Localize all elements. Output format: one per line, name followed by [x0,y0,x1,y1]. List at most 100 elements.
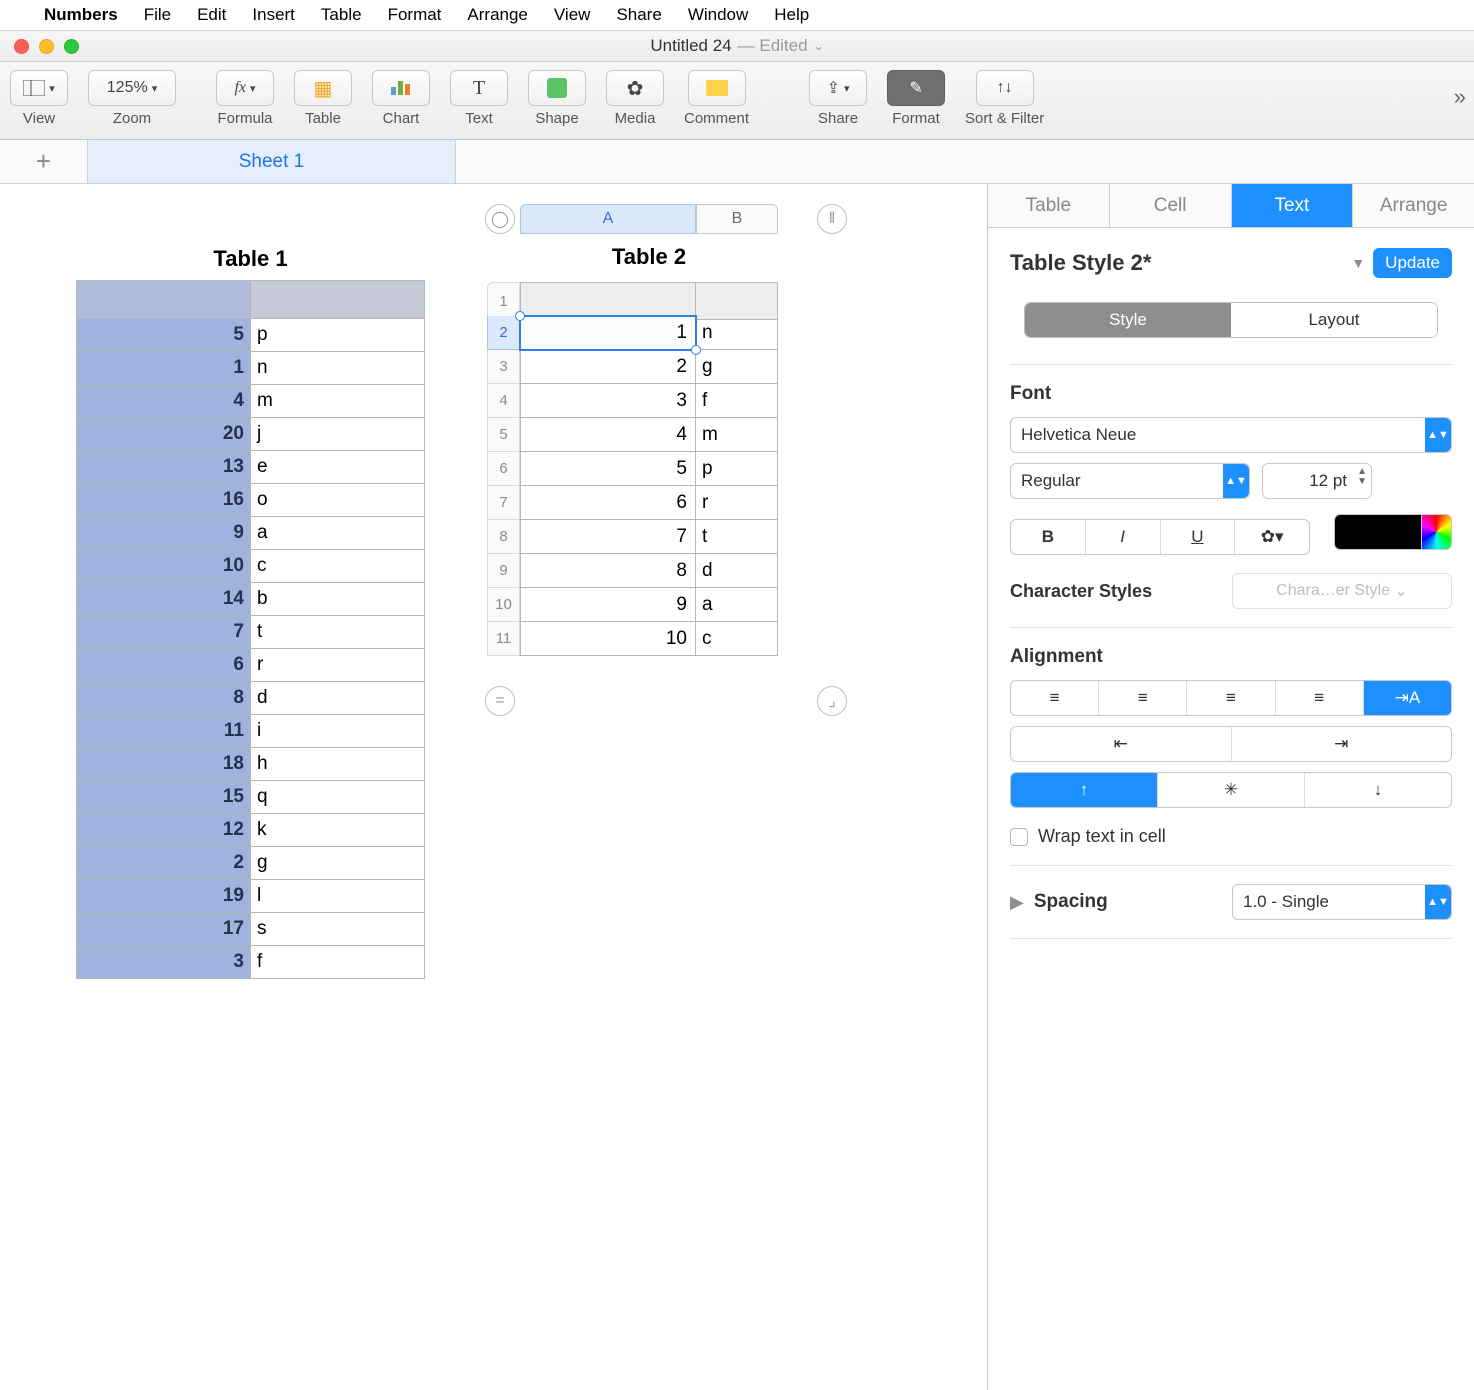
stepper-icon[interactable]: ▲▼ [1357,467,1367,487]
inspector-tab-cell[interactable]: Cell [1110,184,1232,227]
align-right-button[interactable]: ≡ [1187,681,1275,715]
table-row[interactable]: 15q [77,781,425,814]
cell[interactable]: m [251,385,425,418]
align-justify-button[interactable]: ≡ [1276,681,1364,715]
color-wheel-icon[interactable] [1421,515,1451,549]
align-left-button[interactable]: ≡ [1011,681,1099,715]
update-style-button[interactable]: Update [1373,248,1452,278]
cell[interactable]: a [251,517,425,550]
bold-button[interactable]: B [1011,520,1086,554]
row-header[interactable]: 2 [487,316,520,350]
table-2[interactable]: ◯ ‖ A B Table 2 121n32g43f54m65p76r87t98… [487,204,778,656]
menu-edit[interactable]: Edit [197,5,226,25]
table-row[interactable]: 65p [487,452,778,486]
toolbar-share[interactable]: ⇪▾ Share [809,70,867,127]
valign-top-button[interactable]: ↑ [1011,773,1158,807]
table-row[interactable]: 14b [77,583,425,616]
menu-window[interactable]: Window [688,5,748,25]
cell[interactable]: h [251,748,425,781]
inspector-tab-text[interactable]: Text [1232,184,1354,227]
text-options-button[interactable]: ✿▾ [1235,520,1309,554]
menu-insert[interactable]: Insert [252,5,295,25]
cell[interactable]: a [696,588,778,622]
row-header[interactable]: 4 [487,384,520,418]
cell[interactable]: e [251,451,425,484]
spreadsheet-canvas[interactable]: Table 1 5p1n4m20j13e16o9a10c14b7t6r8d11i… [0,184,988,1390]
cell[interactable]: 14 [77,583,251,616]
cell[interactable]: 11 [77,715,251,748]
table-add-column-handle[interactable]: ‖ [817,204,847,234]
window-minimize-button[interactable] [39,39,54,54]
cell[interactable]: g [251,847,425,880]
cell[interactable]: r [696,486,778,520]
cell[interactable]: 20 [77,418,251,451]
cell[interactable]: 7 [520,520,696,554]
toolbar-media[interactable]: ✿ Media [606,70,664,127]
cell[interactable]: m [696,418,778,452]
cell[interactable]: s [251,913,425,946]
toolbar-zoom[interactable]: 125%▾ Zoom [88,70,176,127]
cell[interactable]: 4 [520,418,696,452]
cell[interactable]: 15 [77,781,251,814]
menu-file[interactable]: File [144,5,171,25]
table-row[interactable]: 109a [487,588,778,622]
cell[interactable]: 6 [77,649,251,682]
disclosure-triangle-icon[interactable]: ▶ [1010,892,1024,913]
table-row[interactable]: 20j [77,418,425,451]
toolbar-view[interactable]: ▾ View [10,70,68,127]
cell[interactable]: 1 [77,352,251,385]
cell[interactable]: 8 [520,554,696,588]
font-size-field[interactable]: 12 pt ▲▼ [1262,463,1372,499]
cell[interactable]: k [251,814,425,847]
cell[interactable]: 3 [77,946,251,979]
cell[interactable]: 18 [77,748,251,781]
italic-button[interactable]: I [1086,520,1161,554]
column-header-b[interactable]: B [696,204,778,234]
cell[interactable]: 4 [77,385,251,418]
cell[interactable]: 2 [77,847,251,880]
table-row[interactable]: 12k [77,814,425,847]
app-menu[interactable]: Numbers [44,5,118,25]
indent-decrease-button[interactable]: ⇤ [1011,727,1232,761]
table-row[interactable]: 1 [487,282,778,316]
toolbar-sort-filter[interactable]: ↑↓ Sort & Filter [965,70,1044,127]
selection-handle[interactable] [515,311,525,321]
menu-help[interactable]: Help [774,5,809,25]
cell[interactable]: t [696,520,778,554]
font-weight-select[interactable]: Regular ▲▼ [1010,463,1250,499]
toolbar-comment[interactable]: Comment [684,70,749,127]
inspector-tab-table[interactable]: Table [988,184,1110,227]
cell[interactable]: d [251,682,425,715]
table-row[interactable]: 1n [77,352,425,385]
row-header[interactable]: 10 [487,588,520,622]
cell[interactable]: 6 [520,486,696,520]
toolbar-format[interactable]: ✎ Format [887,70,945,127]
sheet-tab-active[interactable]: Sheet 1 [88,140,456,183]
cell[interactable]: 5 [77,319,251,352]
cell[interactable]: 5 [520,452,696,486]
cell[interactable]: 16 [77,484,251,517]
wrap-text-checkbox[interactable]: Wrap text in cell [1010,826,1452,847]
toolbar-chart[interactable]: Chart [372,70,430,127]
cell[interactable]: n [251,352,425,385]
align-center-button[interactable]: ≡ [1099,681,1187,715]
style-layout-segmented[interactable]: Style Layout [1024,302,1438,338]
column-header-a[interactable]: A [520,204,696,234]
cell[interactable]: 2 [520,350,696,384]
cell[interactable]: 12 [77,814,251,847]
cell[interactable]: b [251,583,425,616]
table-row[interactable]: 3f [77,946,425,979]
table-row[interactable]: 19l [77,880,425,913]
cell[interactable]: 3 [520,384,696,418]
table-row[interactable]: 17s [77,913,425,946]
line-spacing-select[interactable]: 1.0 - Single ▲▼ [1232,884,1452,920]
cell[interactable]: j [251,418,425,451]
text-color-swatch[interactable] [1334,514,1452,550]
table-add-row-handle[interactable]: = [485,686,515,716]
window-close-button[interactable] [14,39,29,54]
cell[interactable]: 10 [520,622,696,656]
inspector-tab-arrange[interactable]: Arrange [1353,184,1474,227]
table-2-title[interactable]: Table 2 [520,244,778,270]
cell[interactable]: 17 [77,913,251,946]
row-header[interactable]: 8 [487,520,520,554]
